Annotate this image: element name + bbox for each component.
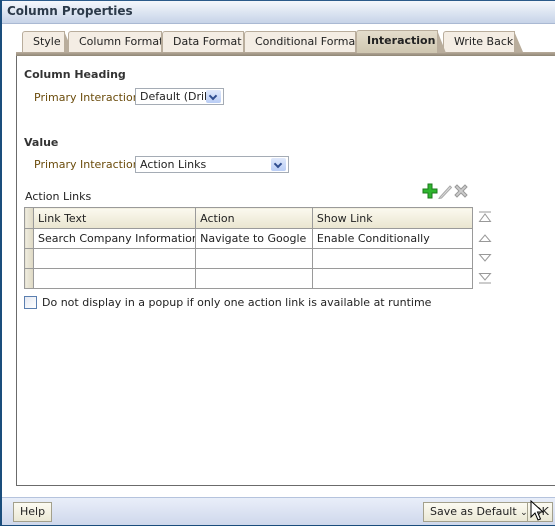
tab-strip: Style Column Format Data Format Conditio…	[22, 30, 552, 53]
move-top-icon[interactable]	[478, 211, 492, 223]
dialog-footer: Help Save as Default ⌄ OK	[2, 497, 555, 525]
cell-action[interactable]	[195, 268, 313, 289]
move-down-icon[interactable]	[478, 252, 492, 264]
tab-style[interactable]: Style	[22, 31, 73, 52]
tab-label: Column Format	[79, 35, 164, 48]
save-as-default-label: Save as Default	[430, 505, 517, 518]
dialog-title: Column Properties	[7, 4, 133, 18]
add-icon[interactable]	[422, 183, 438, 199]
delete-icon[interactable]	[453, 183, 469, 199]
column-heading-primary-interaction-select[interactable]: Default (Drill)	[135, 88, 224, 105]
cell-action[interactable]	[195, 248, 313, 269]
tab-column-format[interactable]: Column Format	[68, 31, 170, 52]
column-header-link-text[interactable]: Link Text	[33, 207, 197, 229]
mouse-cursor-icon	[530, 500, 544, 521]
chevron-down-icon[interactable]	[271, 158, 286, 171]
title-bar[interactable]: Column Properties	[2, 0, 555, 24]
action-links-table: Link Text Action Show Link Search Compan…	[23, 207, 474, 289]
cell-action[interactable]: Navigate to Google	[195, 228, 313, 249]
tab-conditional-format[interactable]: Conditional Format	[244, 31, 364, 52]
cell-show-link[interactable]	[311, 268, 474, 289]
save-as-default-button[interactable]: Save as Default ⌄	[423, 502, 535, 522]
row-selector[interactable]	[23, 248, 35, 269]
column-header-show-link[interactable]: Show Link	[311, 207, 474, 229]
value-title: Value	[24, 136, 59, 149]
popup-option-label: Do not display in a popup if only one ac…	[42, 296, 432, 309]
row-selector[interactable]	[23, 268, 35, 289]
row-selector[interactable]	[23, 228, 35, 249]
column-heading-primary-interaction-label: Primary Interaction	[34, 91, 140, 104]
move-up-icon[interactable]	[478, 232, 492, 244]
row-selector-header	[23, 207, 35, 229]
chevron-down-icon[interactable]	[206, 90, 221, 103]
table-row[interactable]	[23, 248, 474, 269]
tab-write-back[interactable]: Write Back	[443, 31, 523, 52]
tab-label: Style	[33, 35, 61, 48]
tab-label: Interaction	[367, 34, 436, 47]
table-header-row: Link Text Action Show Link	[23, 207, 474, 229]
cell-link-text[interactable]	[33, 248, 197, 269]
select-value: Default (Drill)	[140, 90, 215, 103]
table-row[interactable]	[23, 268, 474, 289]
tab-label: Write Back	[454, 35, 514, 48]
tab-label: Data Format	[173, 35, 242, 48]
action-links-label: Action Links	[25, 190, 92, 203]
table-row[interactable]: Search Company Information Navigate to G…	[23, 228, 474, 249]
column-properties-dialog: Column Properties Style Column Format Da…	[0, 0, 555, 526]
tab-interaction[interactable]: Interaction	[356, 30, 446, 53]
cell-link-text[interactable]: Search Company Information	[33, 228, 197, 249]
value-primary-interaction-select[interactable]: Action Links	[135, 156, 289, 173]
edit-icon[interactable]	[437, 183, 453, 200]
column-header-action[interactable]: Action	[195, 207, 313, 229]
cell-show-link[interactable]: Enable Conditionally	[311, 228, 474, 249]
help-button[interactable]: Help	[13, 502, 53, 522]
value-primary-interaction-label: Primary Interaction	[34, 158, 140, 171]
select-value: Action Links	[140, 158, 207, 171]
column-heading-title: Column Heading	[24, 68, 126, 81]
cell-show-link[interactable]	[311, 248, 474, 269]
cell-link-text[interactable]	[33, 268, 197, 289]
tab-data-format[interactable]: Data Format	[162, 31, 252, 52]
move-bottom-icon[interactable]	[478, 272, 492, 284]
tab-label: Conditional Format	[255, 35, 360, 48]
popup-option-checkbox[interactable]	[24, 296, 37, 309]
